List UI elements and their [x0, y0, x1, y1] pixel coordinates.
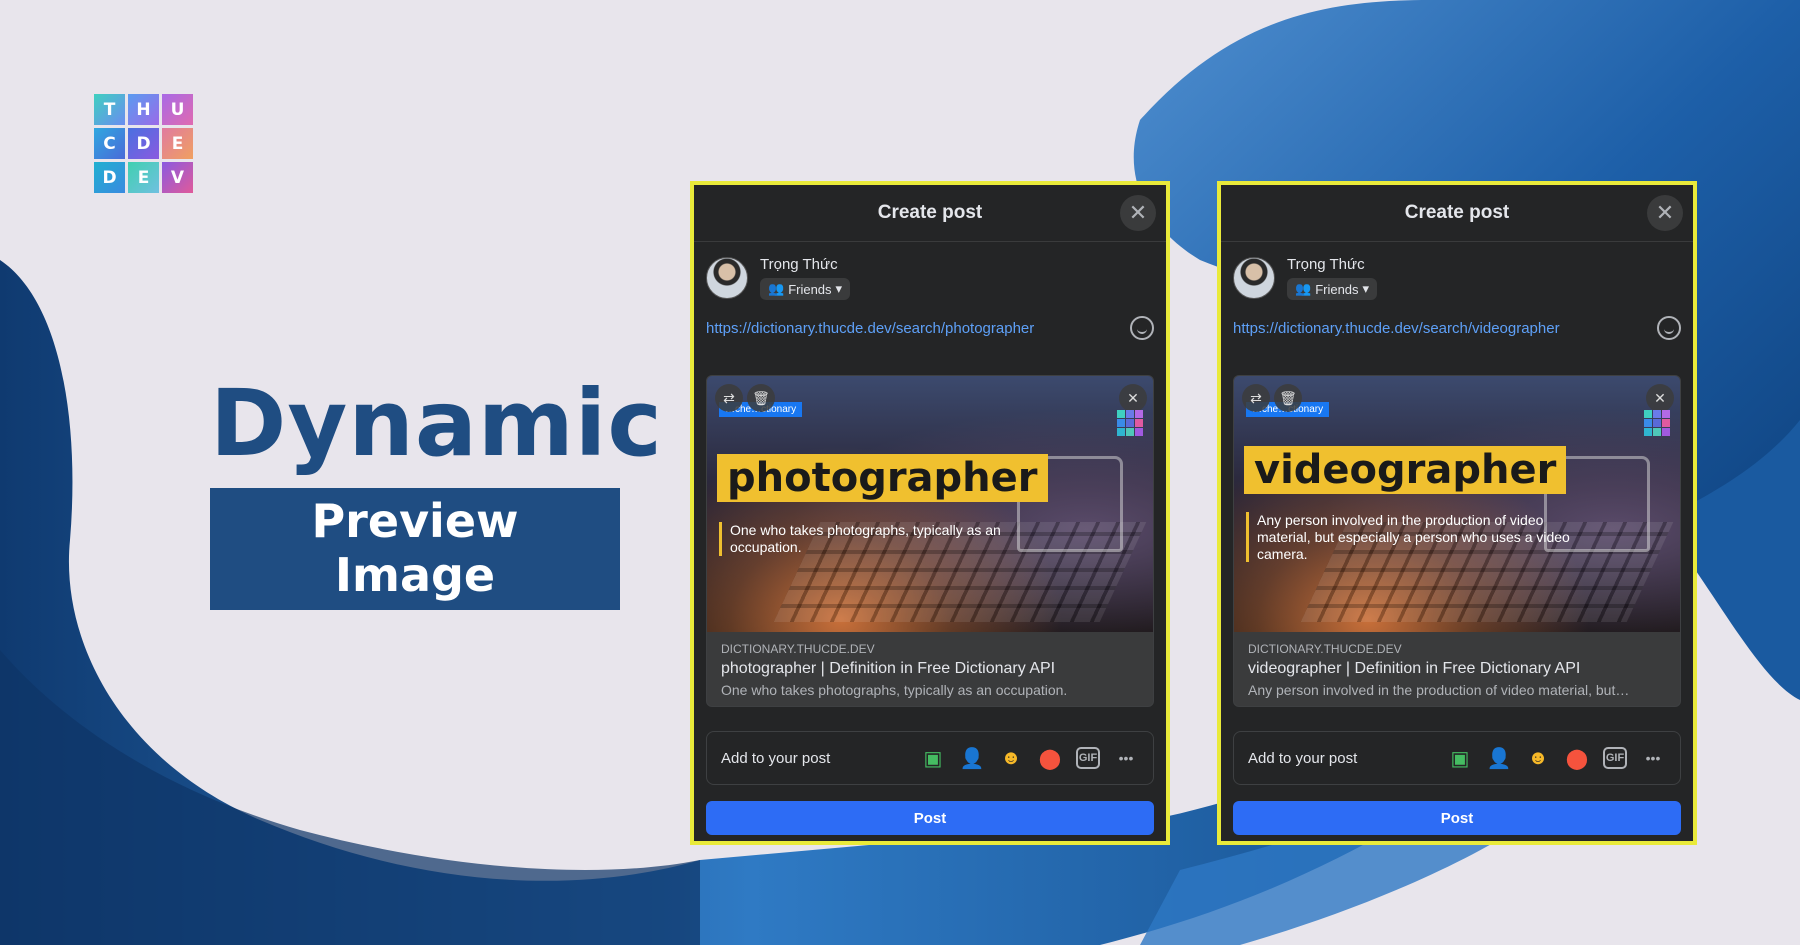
more-icon[interactable]: ••• — [1640, 745, 1666, 771]
audience-label: Friends — [788, 281, 832, 297]
dialog-title: Create post — [1404, 202, 1510, 223]
close-icon: ✕ — [1655, 200, 1675, 225]
trash-icon[interactable]: 🗑 — [747, 384, 775, 412]
close-button[interactable]: ✕ — [1120, 195, 1156, 231]
add-icons: ▣ 👤 ☻ ⬤ GIF ••• — [920, 745, 1139, 771]
add-to-post-bar: Add to your post ▣ 👤 ☻ ⬤ GIF ••• — [706, 731, 1154, 785]
link-preview-card[interactable]: …che…ctionary ⇄ 🗑 ✕ videographer Any per… — [1233, 375, 1681, 707]
create-post-dialog-videographer: Create post ✕ Trọng Thức 👥 Friends ▾ htt… — [1217, 181, 1697, 845]
post-text-url[interactable]: https://dictionary.thucde.dev/search/pho… — [706, 320, 1034, 337]
mini-logo — [1644, 410, 1670, 436]
remove-preview-icon[interactable]: ✕ — [1646, 384, 1674, 412]
audience-selector[interactable]: 👥 Friends ▾ — [760, 278, 851, 300]
post-text-row[interactable]: https://dictionary.thucde.dev/search/pho… — [694, 300, 1166, 340]
avatar — [1233, 257, 1275, 299]
logo-cell: U — [162, 94, 193, 125]
preview-image: …che…ctionary ⇄ 🗑 ✕ videographer Any per… — [1234, 376, 1680, 632]
remove-preview-icon[interactable]: ✕ — [1119, 384, 1147, 412]
user-name: Trọng Thức — [760, 256, 838, 273]
create-post-dialog-photographer: Create post ✕ Trọng Thức 👥 Friends ▾ htt… — [690, 181, 1170, 845]
post-button[interactable]: Post — [1233, 801, 1681, 835]
trash-icon[interactable]: 🗑 — [1274, 384, 1302, 412]
close-icon: ✕ — [1128, 200, 1148, 225]
close-button[interactable]: ✕ — [1647, 195, 1683, 231]
post-button[interactable]: Post — [706, 801, 1154, 835]
feeling-icon[interactable]: ☻ — [998, 745, 1024, 771]
photo-icon[interactable]: ▣ — [1447, 745, 1473, 771]
gif-icon[interactable]: GIF — [1603, 747, 1627, 769]
more-icon[interactable]: ••• — [1113, 745, 1139, 771]
link-description: Any person involved in the production of… — [1248, 682, 1630, 698]
link-meta: DICTIONARY.THUCDE.DEV photographer | Def… — [707, 632, 1153, 706]
gif-icon[interactable]: GIF — [1076, 747, 1100, 769]
link-description: One who takes photographs, typically as … — [721, 682, 1068, 698]
emoji-icon[interactable] — [1130, 316, 1154, 340]
link-meta: DICTIONARY.THUCDE.DEV videographer | Def… — [1234, 632, 1680, 706]
emoji-icon[interactable] — [1657, 316, 1681, 340]
preview-definition: One who takes photographs, typically as … — [719, 522, 1030, 556]
user-name: Trọng Thức — [1287, 256, 1365, 273]
post-text-url[interactable]: https://dictionary.thucde.dev/search/vid… — [1233, 320, 1560, 337]
user-row: Trọng Thức 👥 Friends ▾ — [694, 242, 1166, 300]
mini-logo — [1117, 410, 1143, 436]
post-text-row[interactable]: https://dictionary.thucde.dev/search/vid… — [1221, 300, 1693, 340]
photo-icon[interactable]: ▣ — [920, 745, 946, 771]
preview-word: photographer — [717, 454, 1048, 502]
preview-definition: Any person involved in the production of… — [1246, 512, 1597, 563]
swap-icon[interactable]: ⇄ — [715, 384, 743, 412]
headline: Dynamic Preview Image — [210, 370, 663, 610]
caret-down-icon: ▾ — [835, 281, 843, 296]
friends-icon: 👥 — [1295, 281, 1312, 296]
caret-down-icon: ▾ — [1362, 281, 1370, 296]
thucde-logo: T H U C D E D E V — [94, 94, 193, 193]
link-site: DICTIONARY.THUCDE.DEV — [721, 642, 875, 656]
user-row: Trọng Thức 👥 Friends ▾ — [1221, 242, 1693, 300]
swap-icon[interactable]: ⇄ — [1242, 384, 1270, 412]
dialog-header: Create post ✕ — [694, 185, 1166, 242]
logo-cell: C — [94, 128, 125, 159]
friends-icon: 👥 — [768, 281, 785, 296]
headline-subtitle: Preview Image — [210, 488, 620, 610]
dialog-header: Create post ✕ — [1221, 185, 1693, 242]
logo-cell: T — [94, 94, 125, 125]
headline-title: Dynamic — [210, 370, 663, 477]
location-icon[interactable]: ⬤ — [1564, 745, 1590, 771]
tag-people-icon[interactable]: 👤 — [959, 745, 985, 771]
link-title: videographer | Definition in Free Dictio… — [1248, 660, 1581, 677]
link-preview-card[interactable]: …che…ctionary ⇄ 🗑 ✕ photographer One who… — [706, 375, 1154, 707]
add-to-post-label: Add to your post — [1248, 749, 1358, 767]
link-site: DICTIONARY.THUCDE.DEV — [1248, 642, 1402, 656]
logo-cell: E — [162, 128, 193, 159]
link-title: photographer | Definition in Free Dictio… — [721, 660, 1056, 677]
avatar — [706, 257, 748, 299]
logo-cell: D — [128, 128, 159, 159]
logo-cell: D — [94, 162, 125, 193]
logo-cell: V — [162, 162, 193, 193]
add-to-post-label: Add to your post — [721, 749, 831, 767]
add-icons: ▣ 👤 ☻ ⬤ GIF ••• — [1447, 745, 1666, 771]
add-to-post-bar: Add to your post ▣ 👤 ☻ ⬤ GIF ••• — [1233, 731, 1681, 785]
logo-cell: H — [128, 94, 159, 125]
preview-word: videographer — [1244, 446, 1567, 494]
audience-label: Friends — [1315, 281, 1359, 297]
audience-selector[interactable]: 👥 Friends ▾ — [1287, 278, 1378, 300]
tag-people-icon[interactable]: 👤 — [1486, 745, 1512, 771]
dialog-title: Create post — [877, 202, 983, 223]
logo-cell: E — [128, 162, 159, 193]
preview-image: …che…ctionary ⇄ 🗑 ✕ photographer One who… — [707, 376, 1153, 632]
location-icon[interactable]: ⬤ — [1037, 745, 1063, 771]
feeling-icon[interactable]: ☻ — [1525, 745, 1551, 771]
